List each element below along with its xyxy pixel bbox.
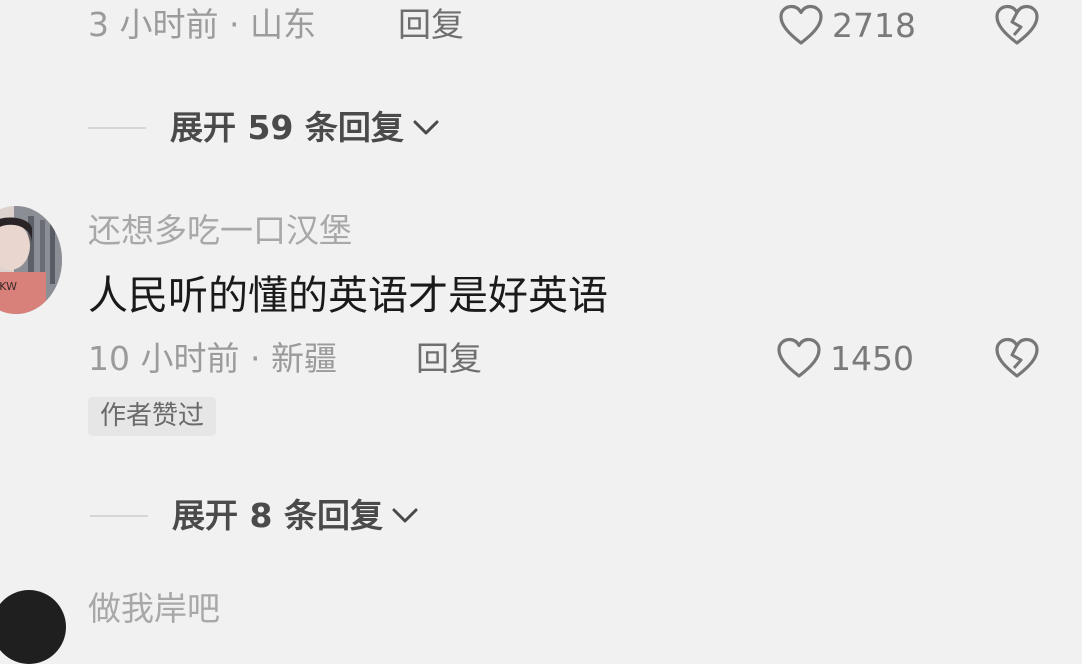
broken-heart-icon	[995, 337, 1039, 378]
reply-button[interactable]: 回复	[416, 342, 482, 375]
like-count: 1450	[830, 338, 914, 378]
expand-replies-button[interactable]: 展开 59 条回复	[88, 111, 440, 144]
avatar[interactable]: IKW	[0, 206, 62, 314]
divider-line	[90, 514, 148, 517]
svg-text:IKW: IKW	[0, 280, 17, 293]
broken-heart-icon	[995, 4, 1039, 45]
expand-replies-label: 展开 59 条回复	[170, 108, 404, 147]
comment-text: 人民听的懂的英语才是好英语	[88, 273, 608, 319]
dislike-button[interactable]	[994, 4, 1040, 50]
reply-button[interactable]: 回复	[398, 8, 464, 41]
like-button[interactable]: 2718	[778, 4, 916, 46]
expand-replies-label: 展开 8 条回复	[172, 496, 383, 535]
avatar[interactable]	[0, 590, 66, 664]
dislike-button[interactable]	[994, 337, 1040, 383]
author-liked-badge: 作者赞过	[88, 397, 217, 436]
like-button[interactable]: 1450	[776, 337, 914, 379]
chevron-down-icon	[392, 508, 418, 522]
comment-username[interactable]: 还想多吃一口汉堡	[88, 214, 352, 247]
expand-replies-button[interactable]: 展开 8 条回复	[90, 499, 419, 532]
heart-outline-icon	[777, 337, 821, 378]
avatar-image: IKW	[0, 206, 62, 314]
divider-line	[88, 126, 146, 129]
like-count: 2718	[832, 5, 916, 45]
comment-meta: 10 小时前 · 新疆	[88, 339, 337, 378]
chevron-down-icon	[413, 120, 439, 134]
comment-meta: 3 小时前 · 山东	[88, 5, 316, 44]
heart-outline-icon	[779, 4, 823, 45]
comment-username[interactable]: 做我岸吧	[88, 592, 220, 625]
